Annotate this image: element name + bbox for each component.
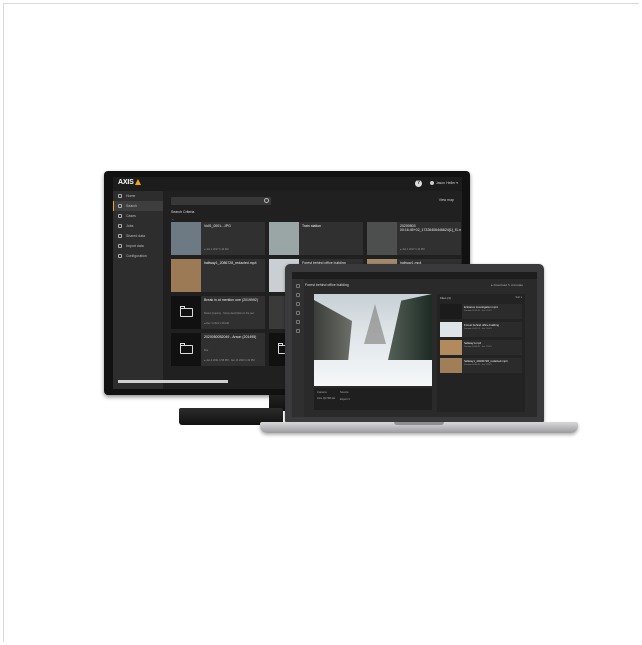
axis-logo: AXIS: [118, 179, 141, 186]
search-icon[interactable]: [264, 198, 269, 203]
nav-icon[interactable]: [296, 293, 300, 297]
nav-icon[interactable]: [296, 284, 300, 288]
file-title: Forest behind office building: [305, 283, 349, 287]
card-title: 2020050052049 - Arson (201495): [204, 335, 257, 339]
folder-thumbnail: [171, 296, 201, 329]
result-card[interactable]: hallway1_2086728_redacted.mp4: [171, 259, 265, 292]
result-card[interactable]: 2020050052049 - Arson (201495) Fire ● Jan …: [171, 333, 265, 366]
sidebar-item-label: Import data: [126, 244, 144, 248]
file-list-item[interactable]: hallway1.mp4 Duration 00:00:45 · Jan 1 20…: [440, 340, 522, 355]
sidebar-item-0[interactable]: Home: [113, 191, 163, 201]
folder-thumbnail: [171, 333, 201, 366]
sidebar-icon: [118, 214, 122, 218]
sidebar-item-3[interactable]: Jobs: [113, 221, 163, 231]
sidebar: Home Search Cases Jobs Shared data Import dat…: [113, 191, 163, 389]
nav-icon[interactable]: [296, 302, 300, 306]
sidebar-item-label: Shared data: [126, 234, 146, 238]
nav-icon[interactable]: [296, 320, 300, 324]
sidebar-item-label: Configuration: [126, 254, 147, 258]
result-card[interactable]: VoIS_0001...JPG ● Jan 1 2017 1:10 AM: [171, 222, 265, 255]
card-meta: ● Jan 2 2021 1:58 PM · Jan 13 2023 1:42 …: [204, 359, 255, 362]
back-arrow-icon[interactable]: ←: [171, 216, 175, 221]
laptop-notch: [394, 422, 444, 425]
video-thumbnail: [171, 222, 201, 255]
detail-label-camera: Camera: [317, 391, 327, 394]
file-thumbnail: [440, 340, 462, 355]
search-input[interactable]: [171, 197, 271, 205]
card-meta: ● Dec 1 2021 1:18 AM: [204, 322, 229, 325]
file-name: Entrance investigation.mp4: [464, 305, 498, 309]
file-actions[interactable]: ▸ Download ✎ Annotate: [491, 283, 523, 287]
folder-icon: [179, 306, 193, 317]
user-icon: [429, 181, 434, 185]
laptop-screen: Forest behind office building ▸ Download…: [292, 272, 537, 417]
video-player[interactable]: [314, 294, 432, 386]
file-thumbnail: [440, 304, 462, 319]
file-name: hallway1.mp4: [464, 341, 482, 345]
result-card[interactable]: Train station: [269, 222, 363, 255]
sidebar-item-5[interactable]: Import data: [113, 241, 163, 251]
file-list-item[interactable]: Entrance investigation.mp4 Duration 00:14…: [440, 304, 522, 319]
sidebar-item-1[interactable]: Search: [113, 201, 163, 211]
file-meta: Duration 00:01:20 · Jan 1 2021: [464, 328, 492, 330]
file-meta: Duration 00:00:45 · Jan 1 2021: [464, 346, 492, 348]
axis-triangle-icon: [134, 179, 141, 185]
file-name: hallway1_20200728_redacted.mp4: [464, 359, 508, 363]
laptop-top-bar: [292, 272, 537, 279]
horizontal-scrollbar[interactable]: [118, 380, 228, 383]
result-card[interactable]: Break in at mention one (2019992) Stolen …: [171, 296, 265, 329]
sidebar-item-2[interactable]: Cases: [113, 211, 163, 221]
detail-label-source: Source: [340, 391, 349, 394]
files-panel: Files (4) Sort ▾ Entrance investigation.…: [437, 294, 525, 412]
sidebar-item-label: Jobs: [126, 224, 134, 228]
card-title: Break in at mention one (2019992): [204, 298, 258, 302]
sort-button[interactable]: Sort ▾: [515, 296, 522, 299]
panel-title: Files (4): [440, 296, 451, 300]
laptop-lid: Forest behind office building ▸ Download…: [285, 264, 544, 422]
help-button[interactable]: ?: [415, 180, 422, 187]
top-bar: AXIS ? Jason Heller ▾: [113, 177, 462, 191]
video-details: Camera Source Axis Q1798-LE Export ▾: [314, 388, 432, 410]
nav-icon[interactable]: [296, 329, 300, 333]
video-thumbnail: [171, 259, 201, 292]
file-name: Forest behind office building: [464, 323, 499, 327]
card-meta: ● Jan 1 2017 1:10 PM: [400, 248, 425, 251]
nav-icon[interactable]: [296, 311, 300, 315]
sidebar-item-6[interactable]: Configuration: [113, 251, 163, 261]
file-meta: Duration 00:00:45 · Jan 1 2021: [464, 364, 492, 366]
sidebar-icon: [118, 254, 122, 258]
sidebar-item-label: Home: [126, 194, 136, 198]
sidebar-item-4[interactable]: Shared data: [113, 231, 163, 241]
folder-icon: [179, 343, 193, 354]
card-title: VoIS_0001...JPG: [204, 224, 231, 228]
sidebar-icon: [118, 244, 122, 248]
card-meta: ● Jan 1 2017 1:10 AM: [204, 248, 229, 251]
card-subtitle: Fire: [204, 349, 209, 352]
file-thumbnail: [440, 322, 462, 337]
sidebar-icon: [118, 234, 122, 238]
card-title: 20200503 00:16:45+02_17226406446624(1)_f…: [400, 224, 461, 232]
user-menu[interactable]: Jason Heller ▾: [429, 181, 458, 185]
detail-value-camera: Axis Q1798-LE: [317, 397, 336, 400]
breadcrumb: Search Criteria: [171, 210, 195, 214]
video-thumbnail: [367, 222, 397, 255]
sidebar-icon: [118, 194, 122, 198]
card-title: Train station: [302, 224, 322, 228]
export-dropdown[interactable]: Export ▾: [340, 397, 350, 401]
card-title: hallway1_2086728_redacted.mp4: [204, 261, 257, 265]
file-meta: Duration 00:14:20 · Jan 5 2021: [464, 310, 492, 312]
sidebar-icon: [118, 204, 122, 208]
video-thumbnail: [269, 222, 299, 255]
laptop-sidebar: [292, 279, 304, 417]
sidebar-item-label: Cases: [126, 214, 136, 218]
file-list-item[interactable]: Forest behind office building Duration 00…: [440, 322, 522, 337]
sidebar-item-label: Search: [126, 204, 138, 208]
sidebar-icon: [118, 224, 122, 228]
view-map-button[interactable]: View map: [439, 198, 454, 202]
card-subtitle: Stolen property · Some description in th…: [204, 312, 255, 315]
file-thumbnail: [440, 358, 462, 373]
result-card[interactable]: 20200503 00:16:45+02_17226406446624(1)_f…: [367, 222, 461, 255]
file-list-item[interactable]: hallway1_20200728_redacted.mp4 Duration 0…: [440, 358, 522, 373]
